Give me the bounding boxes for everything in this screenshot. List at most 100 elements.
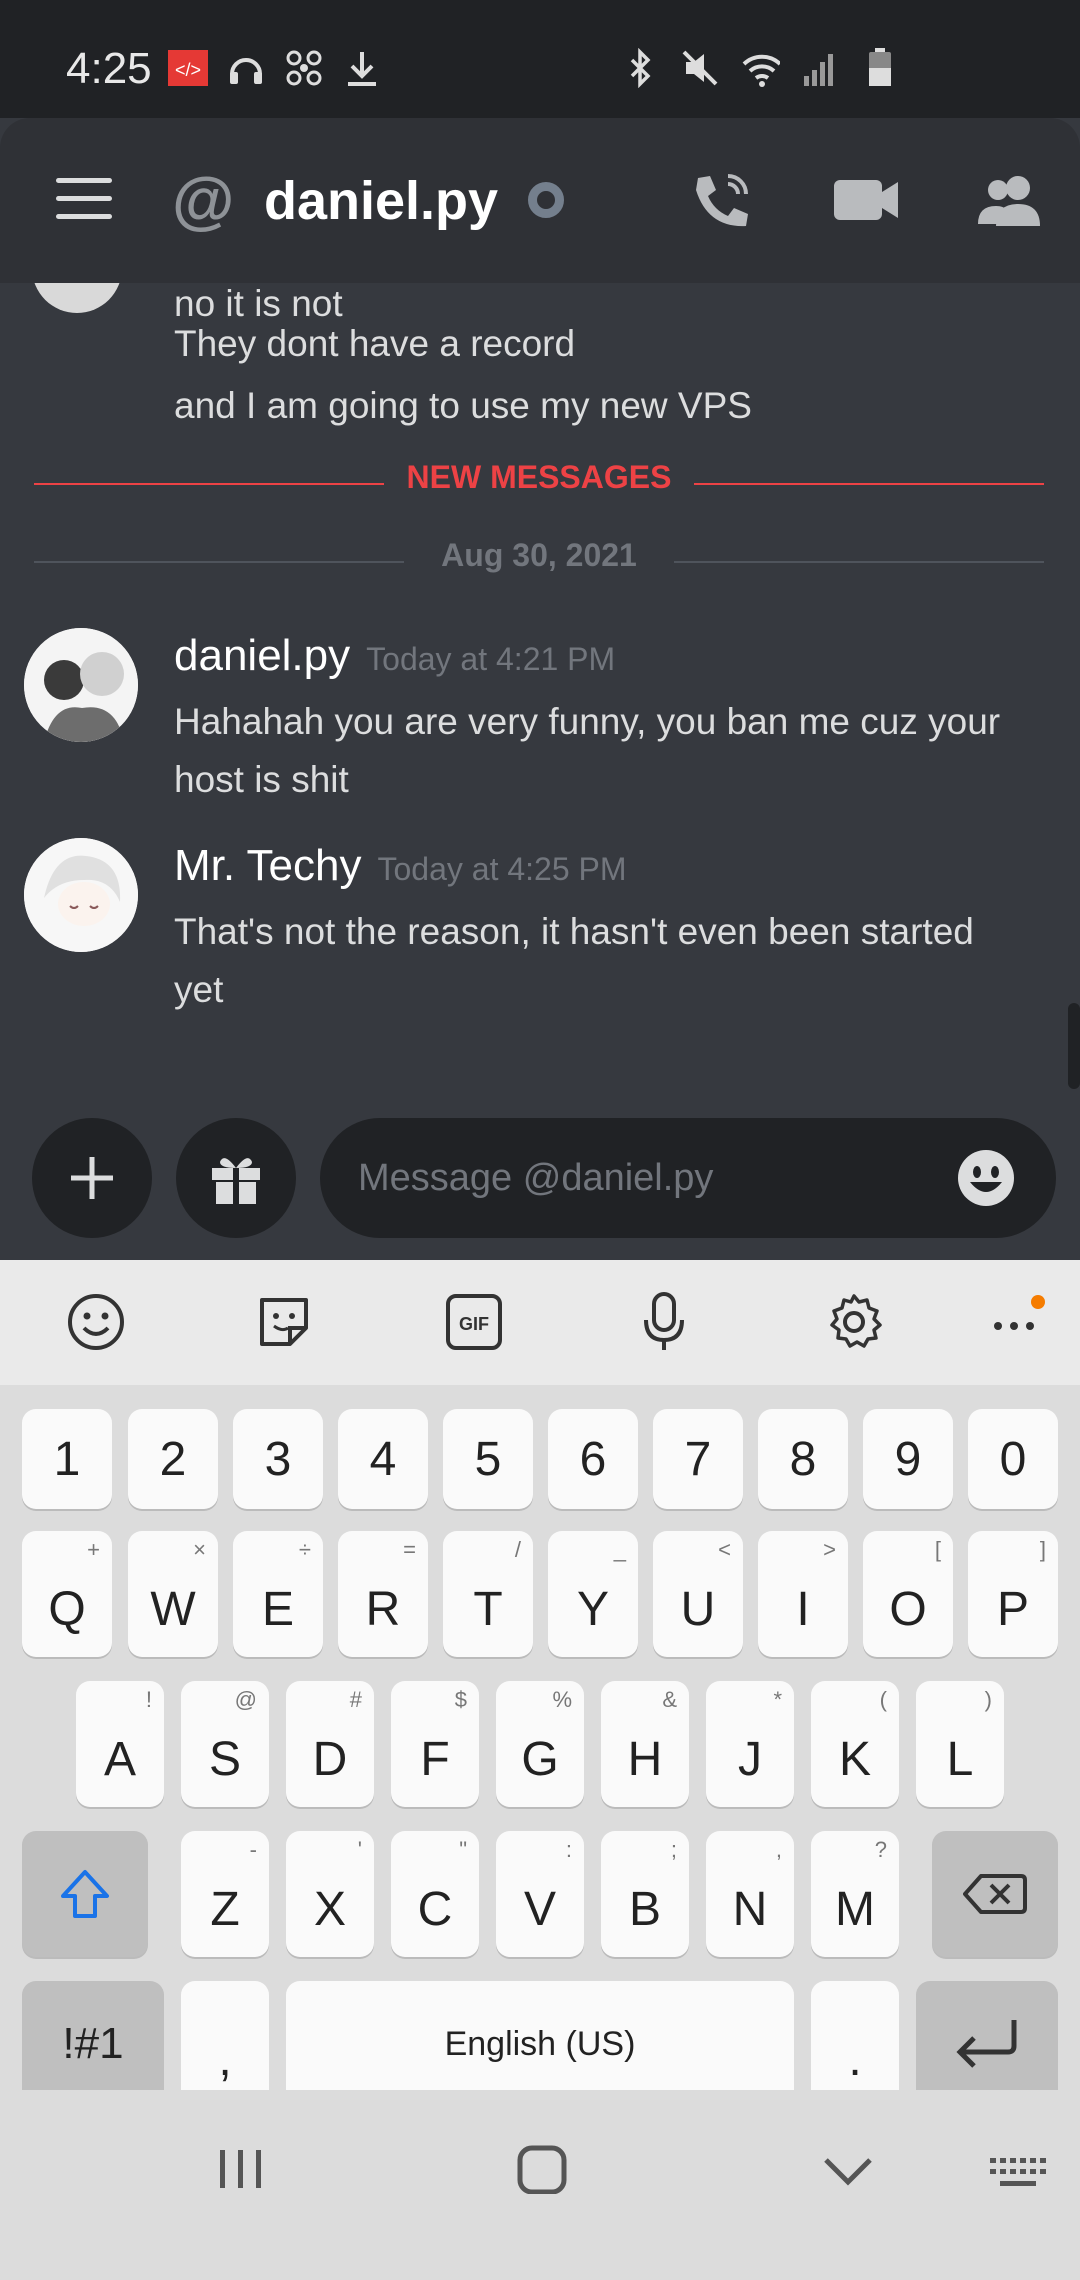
message-text: and I am going to use my new VPS <box>174 385 752 426</box>
key-hint: $ <box>454 1687 467 1712</box>
message-text: Hahahah you are very funny, you ban me c… <box>174 701 1001 742</box>
home-button[interactable] <box>516 2144 572 2199</box>
message-text: They dont have a record <box>174 323 576 364</box>
key-6[interactable]: 6 <box>548 1409 638 1509</box>
keyboard: 1 2 3 4 5 6 7 8 9 0 + Q × W ÷ E = R / T _ Y < U… <box>0 1385 1080 2107</box>
enter-key[interactable] <box>916 1981 1058 2107</box>
key-n[interactable]: ,N <box>706 1831 794 1957</box>
page-title[interactable]: daniel.py <box>264 170 498 232</box>
gift-button[interactable] <box>176 1118 296 1238</box>
emoji-icon <box>958 1150 1014 1206</box>
video-call-icon[interactable] <box>832 170 902 230</box>
scrollbar-thumb[interactable] <box>1068 1003 1080 1089</box>
key-r[interactable]: = R <box>338 1531 428 1657</box>
key-4[interactable]: 4 <box>338 1409 428 1509</box>
key-hint: * <box>773 1687 782 1712</box>
settings-gear-icon[interactable] <box>824 1292 884 1352</box>
space-key[interactable]: English (US) <box>286 1981 794 2107</box>
gif-icon[interactable]: GIF <box>444 1292 504 1352</box>
key-o[interactable]: [O <box>863 1531 953 1657</box>
avatar[interactable] <box>24 628 138 742</box>
key-hint: ( <box>879 1687 887 1712</box>
members-icon[interactable] <box>974 170 1044 230</box>
gift-icon <box>212 1158 260 1204</box>
comma-key[interactable]: , <box>181 1981 269 2107</box>
message-text: That's not the reason, it hasn't even be… <box>174 911 974 952</box>
keyboard-switch-icon[interactable] <box>988 2156 1048 2197</box>
key-label: H <box>627 1733 663 1786</box>
key-x[interactable]: ' X <box>286 1831 374 1957</box>
key-e[interactable]: ÷ E <box>233 1531 323 1657</box>
message-author[interactable]: Mr. Techy Today at 4:25 PM <box>174 841 627 891</box>
key-u[interactable]: < U <box>653 1531 743 1657</box>
message-input[interactable] <box>358 1118 918 1238</box>
author-name[interactable]: daniel.py <box>174 631 350 680</box>
key-7[interactable]: 7 <box>653 1409 743 1509</box>
key-9[interactable]: 9 <box>863 1409 953 1509</box>
voice-call-icon[interactable] <box>688 170 758 230</box>
backspace-key[interactable] <box>932 1831 1058 1957</box>
key-l[interactable]: ) L <box>916 1681 1004 1807</box>
add-attachment-button[interactable] <box>32 1118 152 1238</box>
key-hint: @ <box>234 1687 257 1712</box>
key-c[interactable]: " C <box>391 1831 479 1957</box>
key-hint: + <box>87 1537 100 1562</box>
key-m[interactable]: ? M <box>811 1831 899 1957</box>
sticker-icon[interactable] <box>254 1292 314 1352</box>
hide-keyboard-button[interactable] <box>820 2152 876 2197</box>
status-time: 4:25 <box>66 44 152 93</box>
author-name[interactable]: Mr. Techy <box>174 841 361 890</box>
key-g[interactable]: % G <box>496 1681 584 1807</box>
avatar[interactable] <box>24 838 138 952</box>
key-q[interactable]: + Q <box>22 1531 112 1657</box>
key-v[interactable]: :V <box>496 1831 584 1957</box>
key-hint: % <box>552 1687 572 1712</box>
key-2[interactable]: 2 <box>128 1409 218 1509</box>
key-d[interactable]: # D <box>286 1681 374 1807</box>
more-options-icon[interactable] <box>988 1292 1048 1352</box>
key-1[interactable]: 1 <box>22 1409 112 1509</box>
key-b[interactable]: ; B <box>601 1831 689 1957</box>
key-s[interactable]: @ S <box>181 1681 269 1807</box>
symbols-key[interactable]: !#1 <box>22 1981 164 2107</box>
key-j[interactable]: * J <box>706 1681 794 1807</box>
key-label: X <box>313 1883 346 1936</box>
message-author[interactable]: daniel.py Today at 4:21 PM <box>174 631 615 681</box>
message-text: yet <box>174 969 224 1010</box>
period-key[interactable]: . <box>811 1981 899 2107</box>
download-icon <box>342 48 382 88</box>
key-f[interactable]: $ F <box>391 1681 479 1807</box>
message-text: host is shit <box>174 759 349 800</box>
key-z[interactable]: -Z <box>181 1831 269 1957</box>
key-y[interactable]: _ Y <box>548 1531 638 1657</box>
key-8[interactable]: 8 <box>758 1409 848 1509</box>
key-p[interactable]: ] P <box>968 1531 1058 1657</box>
avatar[interactable] <box>32 283 122 313</box>
key-0[interactable]: 0 <box>968 1409 1058 1509</box>
key-w[interactable]: × W <box>128 1531 218 1657</box>
keyboard-emoji-icon[interactable] <box>66 1292 126 1352</box>
message-list[interactable]: no it is not They dont have a record and… <box>0 283 1080 1113</box>
key-label: E <box>261 1583 294 1636</box>
key-i[interactable]: > I <box>758 1531 848 1657</box>
enter-icon <box>956 2020 1017 2068</box>
key-k[interactable]: (K <box>811 1681 899 1807</box>
microphone-icon[interactable] <box>634 1292 694 1352</box>
key-hint: ) <box>984 1687 992 1712</box>
key-label: F <box>420 1733 450 1786</box>
key-5[interactable]: 5 <box>443 1409 533 1509</box>
backspace-icon <box>963 1874 1027 1914</box>
status-right-icons <box>620 48 900 88</box>
recent-apps-button[interactable] <box>216 2144 266 2199</box>
key-label: D <box>312 1733 348 1786</box>
key-t[interactable]: / T <box>443 1531 533 1657</box>
shift-key[interactable] <box>22 1831 148 1957</box>
key-h[interactable]: & H <box>601 1681 689 1807</box>
emoji-button[interactable] <box>956 1148 1016 1208</box>
menu-button[interactable] <box>56 178 112 220</box>
key-label: N <box>732 1883 768 1936</box>
message-timestamp: Today at 4:21 PM <box>366 641 616 677</box>
key-hint: / <box>514 1537 521 1562</box>
key-a[interactable]: ! A <box>76 1681 164 1807</box>
key-3[interactable]: 3 <box>233 1409 323 1509</box>
